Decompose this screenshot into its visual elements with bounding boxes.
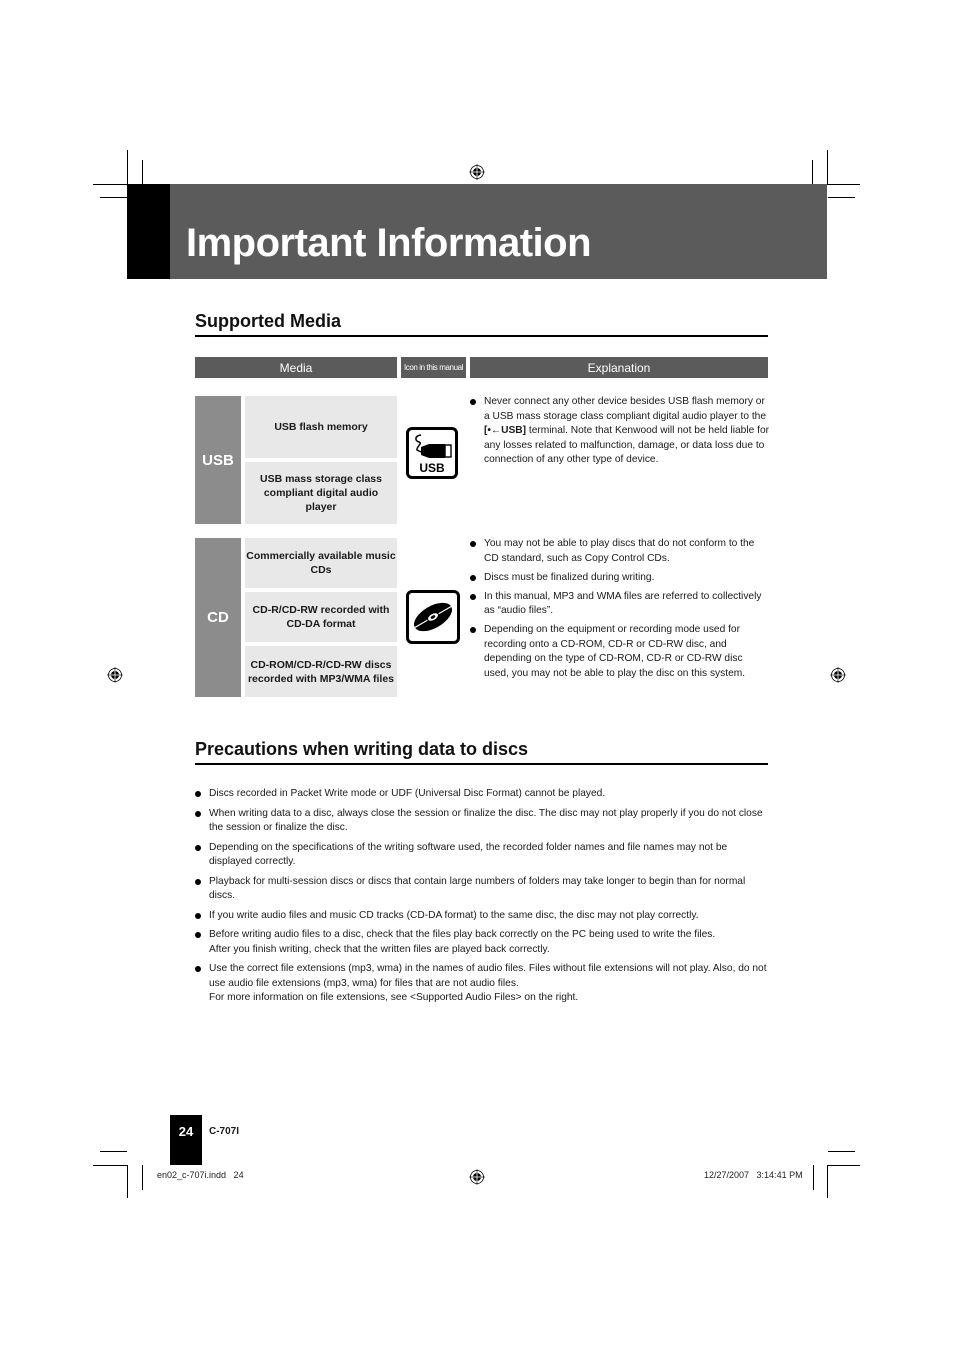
section-title-precautions: Precautions when writing data to discs	[195, 739, 529, 759]
category-cd: CD	[195, 538, 241, 697]
explanation-item: Discs must be finalized during writing.	[470, 571, 770, 586]
precaution-item: If you write audio files and music CD tr…	[195, 909, 770, 924]
precaution-item: When writing data to a disc, always clos…	[195, 807, 770, 836]
cd-explanation-list: You may not be able to play discs that d…	[470, 537, 770, 686]
crop-mark	[828, 1165, 860, 1166]
slug-filename: en02_c-707i.indd 24	[157, 1170, 244, 1180]
precaution-item: Discs recorded in Packet Write mode or U…	[195, 787, 770, 802]
crop-mark	[812, 160, 813, 185]
crop-mark	[127, 1165, 128, 1198]
crop-mark	[827, 150, 828, 185]
page-number: 24	[178, 1124, 194, 1139]
explanation-item: Depending on the equipment or recording …	[470, 623, 770, 681]
precaution-text: After you finish writing, check that the…	[209, 943, 550, 955]
registration-mark-icon	[107, 667, 123, 683]
usb-explanation-list: Never connect any other device besides U…	[470, 395, 770, 472]
crop-mark	[828, 197, 855, 198]
media-item: Commercially available music CDs	[245, 538, 397, 588]
usb-icon: USB	[406, 427, 458, 479]
registration-mark-icon	[830, 667, 846, 683]
explanation-text: Never connect any other device besides U…	[484, 396, 766, 422]
crop-mark	[142, 160, 143, 185]
crop-mark	[142, 1165, 143, 1190]
column-header-media: Media	[195, 357, 397, 378]
explanation-text: terminal. Note that Kenwood will not be …	[484, 425, 770, 465]
precaution-item: Depending on the specifications of the w…	[195, 841, 770, 870]
crop-mark	[828, 1151, 855, 1152]
precaution-text: For more information on file extensions,…	[209, 992, 579, 1003]
media-item: USB mass storage class compliant digital…	[245, 462, 397, 524]
section-rule	[195, 335, 768, 337]
category-usb: USB	[195, 396, 241, 524]
crop-mark	[127, 150, 128, 185]
explanation-item: Never connect any other device besides U…	[470, 395, 770, 468]
crop-mark	[93, 1165, 127, 1166]
precaution-text: Use the correct file extensions (mp3, wm…	[209, 963, 767, 989]
slug-timestamp: 12/27/2007 3:14:41 PM	[704, 1170, 803, 1180]
crop-mark	[100, 1151, 127, 1152]
registration-mark-icon	[469, 164, 485, 180]
page-number-box	[170, 1115, 202, 1165]
crop-mark	[93, 184, 127, 185]
header-accent-bar	[127, 184, 170, 279]
crop-mark	[827, 1165, 828, 1198]
cd-icon	[406, 590, 460, 644]
model-name: C-707I	[209, 1126, 240, 1137]
page-title: Important Information	[186, 221, 592, 265]
column-header-explanation: Explanation	[470, 357, 768, 378]
section-rule	[195, 763, 768, 765]
precaution-item: Before writing audio files to a disc, ch…	[195, 928, 770, 957]
section-title-supported-media: Supported Media	[195, 311, 342, 331]
registration-mark-icon	[469, 1169, 485, 1185]
precaution-item: Playback for multi-session discs or disc…	[195, 875, 770, 904]
precaution-text: Before writing audio files to a disc, ch…	[209, 929, 716, 940]
media-item: CD-ROM/CD-R/CD-RW discs recorded with MP…	[245, 646, 397, 697]
precautions-list: Discs recorded in Packet Write mode or U…	[195, 787, 770, 1011]
explanation-item: You may not be able to play discs that d…	[470, 537, 770, 566]
explanation-item: In this manual, MP3 and WMA files are re…	[470, 590, 770, 619]
usb-terminal-label: [•←USB]	[484, 425, 527, 436]
svg-text:USB: USB	[419, 461, 445, 475]
column-header-icon: Icon in this manual	[401, 357, 466, 378]
crop-mark	[100, 197, 127, 198]
media-item: CD-R/CD-RW recorded with CD-DA format	[245, 592, 397, 642]
precaution-item: Use the correct file extensions (mp3, wm…	[195, 962, 770, 1006]
crop-mark	[813, 1165, 814, 1190]
media-item: USB flash memory	[245, 396, 397, 458]
crop-mark	[828, 184, 860, 185]
